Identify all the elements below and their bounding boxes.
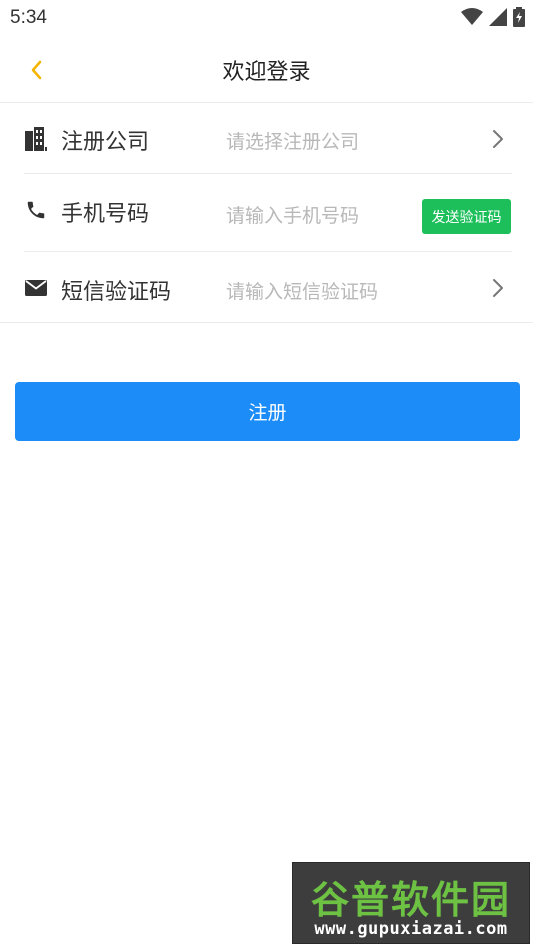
phone-label: 手机号码 (61, 202, 150, 227)
status-time: 5:34 (10, 7, 47, 28)
building-icon (24, 127, 48, 151)
wifi-icon (461, 8, 483, 25)
register-button[interactable]: 注册 (15, 382, 520, 441)
chevron-right-icon (493, 279, 503, 297)
watermark-brand: 谷普软件园 (310, 878, 511, 922)
page-title: 欢迎登录 (222, 60, 311, 85)
watermark-url: www.gupuxiazai.com (314, 919, 508, 939)
company-label: 注册公司 (61, 130, 150, 155)
sms-code-input[interactable]: 请输入短信验证码 (226, 277, 378, 304)
send-code-button[interactable]: 发送验证码 (422, 199, 511, 234)
status-icons (461, 7, 525, 27)
battery-icon (513, 7, 525, 27)
company-select[interactable]: 请选择注册公司 (226, 127, 359, 154)
company-row[interactable]: 注册公司 请选择注册公司 (24, 104, 512, 174)
divider (0, 322, 533, 323)
status-bar: 5:34 (0, 0, 533, 36)
signal-icon (489, 8, 507, 26)
nav-bar: 欢迎登录 (0, 36, 533, 103)
watermark-logo: 谷普软件园 www.gupuxiazai.com (292, 862, 530, 944)
sms-code-label: 短信验证码 (61, 280, 172, 305)
phone-input[interactable]: 请输入手机号码 (226, 201, 359, 228)
chevron-right-icon (493, 130, 503, 148)
sms-code-row: 短信验证码 请输入短信验证码 (24, 252, 512, 322)
phone-row: 手机号码 请输入手机号码 发送验证码 (24, 174, 512, 252)
mail-icon (24, 276, 48, 300)
phone-icon (24, 198, 48, 222)
